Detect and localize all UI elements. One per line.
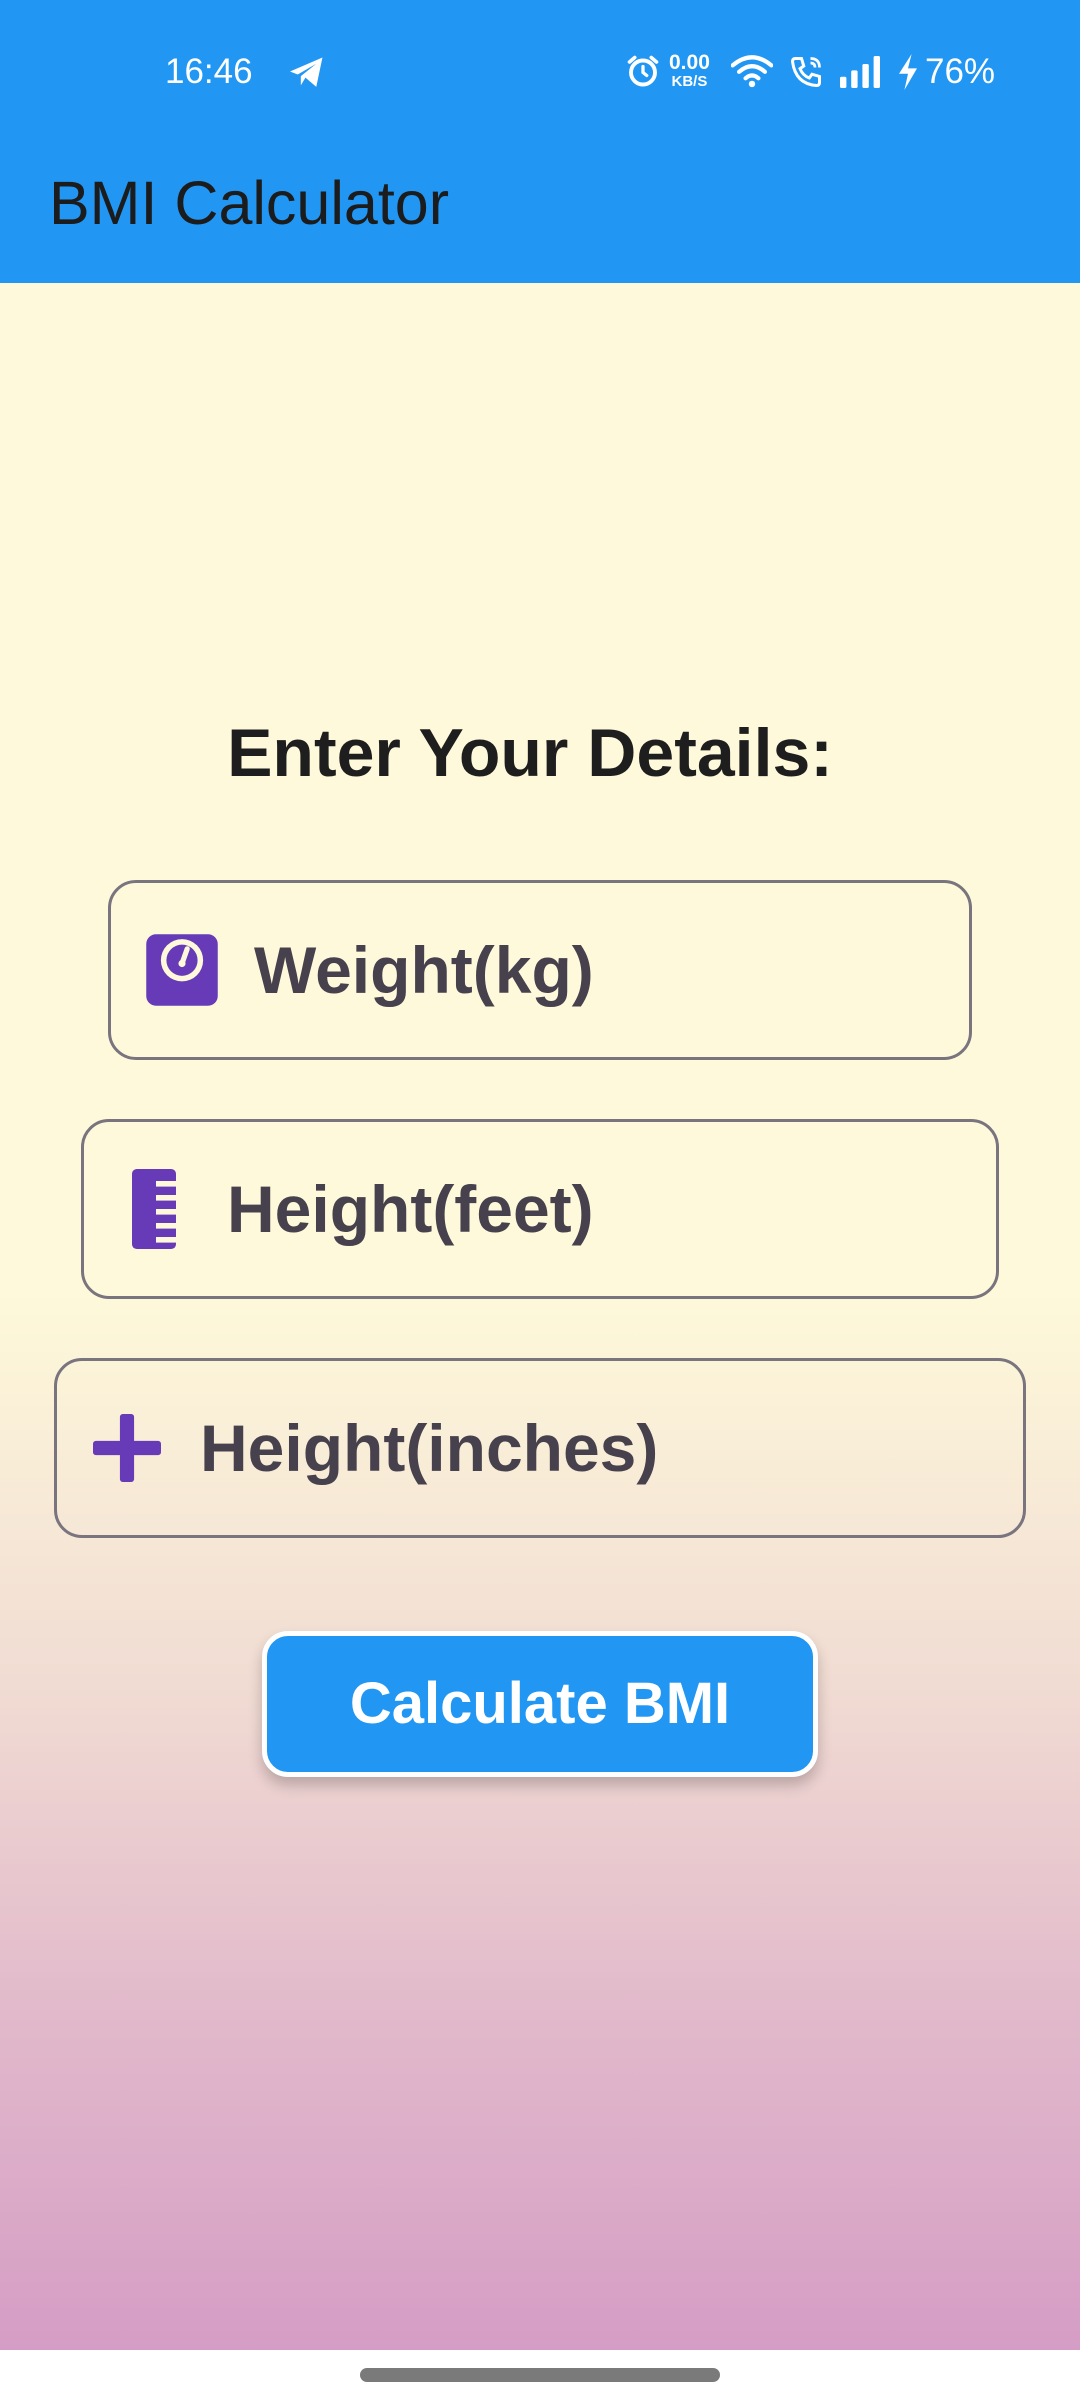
app-bar: BMI Calculator	[0, 145, 1080, 283]
net-speed-unit: KB/S	[671, 73, 708, 90]
status-bar: 16:46 0.00 KB/S 76%	[0, 0, 1080, 145]
net-speed: 0.00 KB/S	[669, 52, 710, 90]
bolt-icon	[899, 54, 917, 90]
weight-input[interactable]	[254, 883, 949, 1057]
height-feet-input[interactable]	[227, 1122, 976, 1296]
wifi-icon	[731, 55, 773, 88]
app-title: BMI Calculator	[49, 169, 450, 237]
battery-level: 76%	[925, 52, 996, 91]
calculate-bmi-button[interactable]: Calculate BMI	[262, 1631, 818, 1777]
height-feet-field[interactable]	[81, 1119, 999, 1299]
ruler-icon	[132, 1169, 176, 1249]
navigation-bar	[0, 2350, 1080, 2400]
height-inches-input[interactable]	[200, 1361, 1003, 1535]
home-gesture-handle[interactable]	[360, 2368, 720, 2382]
signal-icon	[840, 56, 880, 88]
main-content: Enter Your Details: Calculate BMI	[0, 283, 1080, 2350]
form-heading: Enter Your Details:	[227, 715, 833, 791]
height-inches-field[interactable]	[54, 1358, 1026, 1538]
status-time: 16:46	[165, 52, 253, 91]
call-icon	[790, 57, 821, 88]
telegram-icon	[290, 57, 323, 87]
plus-icon	[93, 1414, 161, 1482]
status-icons: 0.00 KB/S 76%	[625, 48, 1025, 96]
alarm-icon	[627, 55, 659, 87]
weight-field[interactable]	[108, 880, 972, 1060]
net-speed-value: 0.00	[669, 51, 710, 74]
scale-icon	[146, 934, 218, 1006]
